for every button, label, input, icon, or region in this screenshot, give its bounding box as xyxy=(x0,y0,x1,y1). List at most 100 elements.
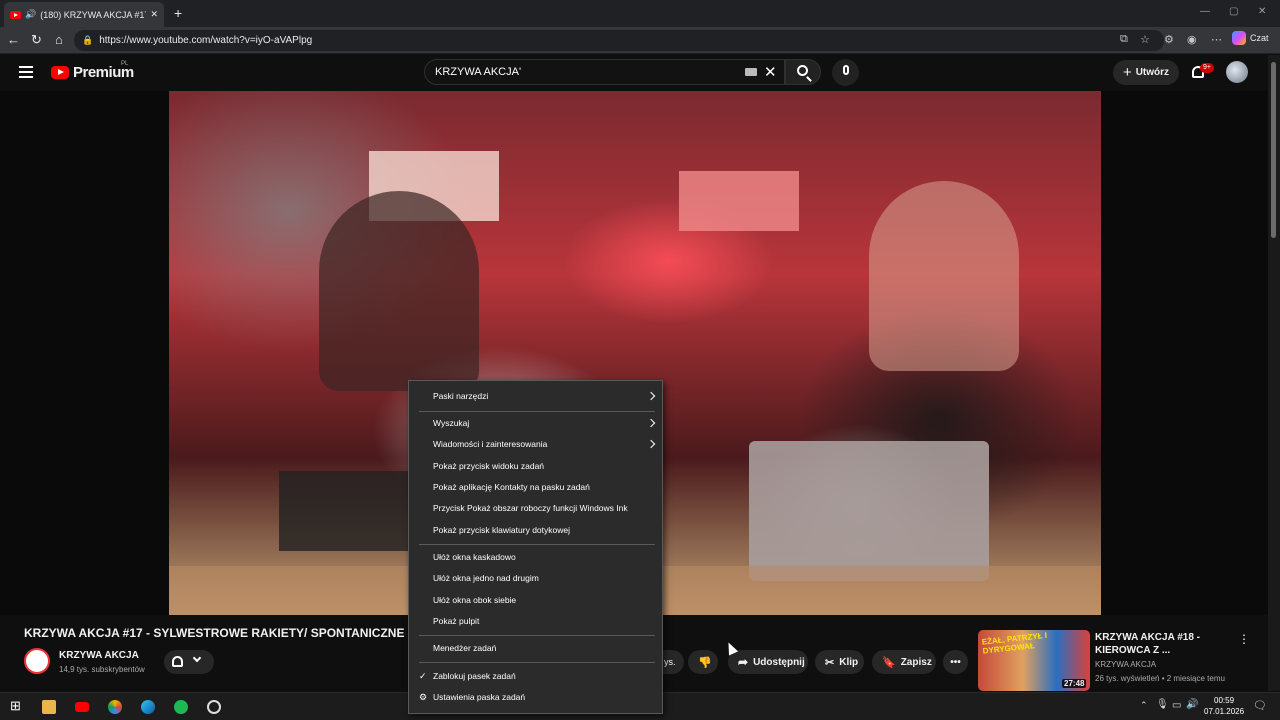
hamburger-menu-icon[interactable] xyxy=(19,66,33,78)
channel-name[interactable]: KRZYWA AKCJA xyxy=(59,650,139,661)
thumbnail-text: EŻAŁ, PATRZYŁ I DYRYGOWAŁ xyxy=(981,630,1048,656)
clock-time: 00:59 xyxy=(1214,696,1235,705)
photos-icon[interactable] xyxy=(108,700,122,714)
youtube-favicon-icon xyxy=(10,10,21,19)
plus-icon: + xyxy=(1122,64,1132,81)
logo-region: PL xyxy=(121,61,129,67)
video-title: KRZYWA AKCJA #17 - SYLWESTROWE RAKIETY/ … xyxy=(24,626,405,640)
new-tab-button[interactable]: + xyxy=(174,5,182,21)
share-label: Udostępnij xyxy=(753,656,805,668)
more-icon: ••• xyxy=(950,656,961,668)
scrollbar-thumb[interactable] xyxy=(1271,62,1276,238)
ctx-item-show-desktop[interactable]: Pokaż pulpit xyxy=(410,611,662,632)
ctx-item-contacts[interactable]: Pokaż aplikację Kontakty na pasku zadań xyxy=(410,477,662,498)
favorite-star-icon[interactable]: ☆ xyxy=(1140,33,1150,46)
chat-label: Czat xyxy=(1250,33,1269,43)
ctx-item-label: Pokaż aplikację Kontakty na pasku zadań xyxy=(433,482,590,492)
url-text: https://www.youtube.com/watch?v=iyO-aVAP… xyxy=(99,35,313,46)
network-icon[interactable]: ▭ xyxy=(1172,700,1181,711)
ctx-item-news-interests[interactable]: Wiadomości i zainteresowania xyxy=(410,434,662,455)
dislike-button[interactable]: 👎 xyxy=(688,650,718,674)
obs-icon[interactable] xyxy=(207,700,221,714)
ctx-item-task-view[interactable]: Pokaż przycisk widoku zadań xyxy=(410,456,662,477)
ctx-item-lock-taskbar[interactable]: ✓ Zablokuj pasek zadań xyxy=(410,666,662,687)
create-button[interactable]: + Utwórz xyxy=(1113,60,1179,85)
spotify-icon[interactable] xyxy=(174,700,188,714)
ctx-item-side-by-side[interactable]: Ułóż okna obok siebie xyxy=(410,590,662,611)
create-label: Utwórz xyxy=(1135,67,1170,78)
ctx-item-label: Zablokuj pasek zadań xyxy=(433,671,516,681)
recommendation-menu-icon[interactable]: ⋮ xyxy=(1238,632,1250,646)
search-query: KRZYWA AKCJA' xyxy=(435,66,522,78)
close-tab-icon[interactable]: ✕ xyxy=(150,9,158,20)
ctx-item-label: Ułóż okna jedno nad drugim xyxy=(433,573,539,583)
volume-icon[interactable]: 🔊 xyxy=(1186,699,1198,710)
video-frame-person-right xyxy=(869,181,1019,371)
video-frame-laptop xyxy=(749,441,989,581)
keyboard-icon[interactable] xyxy=(745,68,757,76)
video-duration: 27:48 xyxy=(1062,679,1087,688)
edge-browser-icon[interactable] xyxy=(141,700,155,714)
open-app-icon[interactable]: ⧉ xyxy=(1120,33,1128,46)
user-avatar[interactable] xyxy=(1226,61,1248,83)
ctx-item-search[interactable]: Wyszukaj xyxy=(410,413,662,434)
speaker-icon[interactable]: 🔊 xyxy=(25,9,36,20)
home-icon[interactable]: ⌂ xyxy=(55,32,63,48)
checkmark-icon: ✓ xyxy=(419,671,427,681)
like-count-fragment[interactable]: ys. xyxy=(660,650,684,674)
file-explorer-icon[interactable] xyxy=(42,700,56,714)
browser-tab[interactable]: 🔊 (180) KRZYWA AKCJA #17 - SYLWESTROWE R… xyxy=(4,2,164,27)
menu-divider xyxy=(419,411,655,412)
bell-icon xyxy=(172,656,183,667)
window-close-button[interactable]: ✕ xyxy=(1258,6,1266,17)
recommendation-channel[interactable]: KRZYWA AKCJA xyxy=(1095,660,1156,669)
ctx-item-stacked[interactable]: Ułóż okna jedno nad drugim xyxy=(410,568,662,589)
browser-menu-icon[interactable]: ⋯ xyxy=(1211,33,1222,46)
ctx-item-task-manager[interactable]: Menedżer zadań xyxy=(410,638,662,659)
url-bar[interactable]: 🔒 https://www.youtube.com/watch?v=iyO-aV… xyxy=(74,30,1164,51)
clip-button[interactable]: ✂ Klip xyxy=(815,650,864,674)
video-letterbox-right xyxy=(1101,91,1268,615)
profile-icon[interactable]: ◉ xyxy=(1187,33,1197,46)
windows-start-icon[interactable]: ⊞ xyxy=(10,698,24,713)
save-button[interactable]: 🔖 Zapisz xyxy=(872,650,936,674)
channel-avatar[interactable] xyxy=(24,648,50,674)
youtube-logo-icon xyxy=(51,66,69,79)
menu-divider xyxy=(419,635,655,636)
youtube-app-icon[interactable] xyxy=(75,702,89,712)
tray-overflow-icon[interactable]: ⌃ xyxy=(1140,700,1148,711)
ctx-item-label: Wiadomości i zainteresowania xyxy=(433,439,548,449)
minimize-button[interactable]: — xyxy=(1200,6,1210,17)
share-button[interactable]: ➦ Udostępnij xyxy=(728,650,808,674)
maximize-button[interactable]: ▢ xyxy=(1229,6,1238,17)
clock[interactable]: 00:59 07.01.2026 xyxy=(1204,695,1244,717)
clear-search-icon[interactable]: ✕ xyxy=(764,63,777,81)
subscriber-count: 14,9 tys. subskrybentów xyxy=(59,665,145,674)
ctx-item-cascade[interactable]: Ułóż okna kaskadowo xyxy=(410,547,662,568)
lock-icon: 🔒 xyxy=(82,35,94,45)
ctx-item-label: Ustawienia paska zadań xyxy=(433,692,526,702)
browser-tab-bar: 🔊 (180) KRZYWA AKCJA #17 - SYLWESTROWE R… xyxy=(0,0,1280,27)
ctx-item-label: Menedżer zadań xyxy=(433,643,497,653)
search-icon xyxy=(797,65,808,76)
ctx-item-touch-keyboard[interactable]: Pokaż przycisk klawiatury dotykowej xyxy=(410,520,662,541)
gear-icon: ⚙ xyxy=(419,692,428,702)
more-actions-button[interactable]: ••• xyxy=(943,650,968,674)
video-frame-person-left xyxy=(319,191,479,391)
ctx-item-label: Pokaż pulpit xyxy=(433,616,480,626)
tray-microphone-icon[interactable]: 🎙 xyxy=(1156,699,1169,710)
refresh-icon[interactable]: ↻ xyxy=(31,32,42,48)
extensions-icon[interactable]: ⚙ xyxy=(1164,33,1174,46)
ctx-item-toolbars[interactable]: Paski narzędzi xyxy=(410,386,662,407)
ctx-item-label: Ułóż okna obok siebie xyxy=(433,595,517,605)
ctx-item-windows-ink[interactable]: Przycisk Pokaż obszar roboczy funkcji Wi… xyxy=(410,498,662,519)
ctx-item-label: Paski narzędzi xyxy=(433,391,489,401)
search-input[interactable]: KRZYWA AKCJA' xyxy=(424,59,785,85)
copilot-chat-button[interactable]: Czat xyxy=(1232,31,1269,45)
ctx-item-taskbar-settings[interactable]: ⚙ Ustawienia paska zadań xyxy=(410,687,662,708)
recommendation-title[interactable]: KRZYWA AKCJA #18 - KIEROWCA Z ... xyxy=(1095,631,1230,657)
bookmark-icon: 🔖 xyxy=(882,656,896,669)
back-arrow-icon[interactable]: ← xyxy=(7,32,20,48)
notification-center-icon[interactable]: 🗨 xyxy=(1253,699,1267,712)
clock-date: 07.01.2026 xyxy=(1204,707,1245,716)
